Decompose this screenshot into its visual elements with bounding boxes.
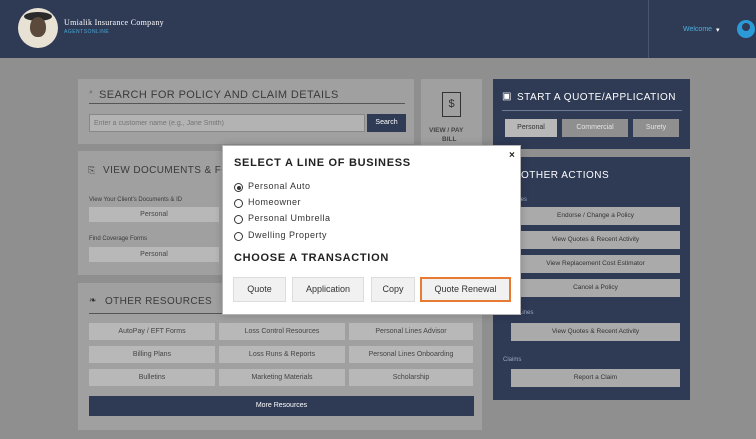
resource-onboarding[interactable]: Personal Lines Onboarding — [349, 346, 473, 363]
resource-autopay[interactable]: AutoPay / EFT Forms — [89, 323, 215, 340]
radio-unselected-icon[interactable] — [234, 215, 243, 224]
quote-divider — [502, 110, 682, 111]
resource-loss-runs[interactable]: Loss Runs & Reports — [219, 346, 345, 363]
search-divider — [89, 103, 405, 104]
search-title: SEARCH FOR POLICY AND CLAIM DETAILS — [99, 89, 339, 101]
radio-unselected-icon[interactable] — [234, 232, 243, 241]
resources-icon: ❧ — [89, 295, 97, 305]
cancel-policy-button[interactable]: Cancel a Policy — [511, 279, 680, 297]
view-pay-label: VIEW / PAY — [429, 127, 464, 134]
start-quote-title: START A QUOTE/APPLICATION — [517, 92, 677, 103]
resource-marketing-materials[interactable]: Marketing Materials — [219, 369, 345, 386]
welcome-menu[interactable]: Welcome — [683, 26, 712, 33]
search-icon: ⌕ — [89, 89, 93, 96]
select-line-title: SELECT A LINE OF BUSINESS — [234, 157, 411, 169]
quote-icon: ▣ — [502, 91, 512, 102]
bill-label: BILL — [442, 136, 457, 143]
customer-search-input[interactable] — [89, 114, 365, 132]
resource-loss-control[interactable]: Loss Control Resources — [219, 323, 345, 340]
resource-billing-plans[interactable]: Billing Plans — [89, 346, 215, 363]
endorse-policy-button[interactable]: Endorse / Change a Policy — [511, 207, 680, 225]
radio-label: Homeowner — [248, 197, 302, 207]
transaction-application-button[interactable]: Application — [292, 277, 364, 302]
view-quotes-commercial-button[interactable]: View Quotes & Recent Activity — [511, 323, 680, 341]
document-icon: ⎘ — [88, 165, 96, 175]
coverage-forms-label: Find Coverage Forms — [89, 236, 148, 242]
coverage-forms-personal-button[interactable]: Personal — [89, 247, 219, 262]
other-actions-title: OTHER ACTIONS — [521, 170, 610, 181]
logo-portrait-shape — [30, 17, 46, 37]
radio-label: Personal Umbrella — [248, 213, 331, 223]
transaction-copy-button[interactable]: Copy — [371, 277, 415, 302]
chevron-down-icon[interactable]: ▾ — [716, 26, 720, 34]
choose-transaction-title: CHOOSE A TRANSACTION — [234, 252, 389, 264]
company-logo[interactable] — [18, 8, 58, 48]
replacement-cost-estimator-button[interactable]: View Replacement Cost Estimator — [511, 255, 680, 273]
view-quotes-personal-button[interactable]: View Quotes & Recent Activity — [511, 231, 680, 249]
company-name: Umialik Insurance Company — [64, 18, 164, 27]
close-icon[interactable]: × — [509, 150, 515, 161]
line-of-business-modal: × SELECT A LINE OF BUSINESS Personal Aut… — [222, 145, 521, 315]
view-documents-title: VIEW DOCUMENTS & FO — [103, 165, 230, 176]
agents-online-subtitle: AGENTSONLINE — [64, 29, 110, 35]
report-claim-button[interactable]: Report a Claim — [511, 369, 680, 387]
transaction-quote-renewal-button[interactable]: Quote Renewal — [420, 277, 511, 302]
resource-bulletins[interactable]: Bulletins — [89, 369, 215, 386]
other-resources-title: OTHER RESOURCES — [105, 296, 213, 307]
search-button[interactable]: Search — [367, 114, 406, 132]
more-resources-button[interactable]: More Resources — [89, 396, 474, 416]
transaction-quote-button[interactable]: Quote — [233, 277, 286, 302]
resource-personal-lines-advisor[interactable]: Personal Lines Advisor — [349, 323, 473, 340]
radio-label: Dwelling Property — [248, 230, 328, 240]
claims-label: Claims — [503, 357, 522, 363]
radio-selected-icon[interactable] — [234, 183, 243, 192]
radio-label: Personal Auto — [248, 181, 311, 191]
client-docs-label: View Your Client's Documents & ID — [89, 197, 183, 203]
user-avatar-icon[interactable] — [737, 20, 755, 38]
quote-tab-commercial[interactable]: Commercial — [562, 119, 628, 137]
client-docs-personal-button[interactable]: Personal — [89, 207, 219, 222]
top-header — [0, 0, 756, 58]
resource-scholarship[interactable]: Scholarship — [349, 369, 473, 386]
quote-tab-personal[interactable]: Personal — [505, 119, 557, 137]
radio-unselected-icon[interactable] — [234, 199, 243, 208]
bill-dollar-icon: $ — [442, 92, 461, 117]
start-quote-panel — [493, 79, 690, 149]
quote-tab-surety[interactable]: Surety — [633, 119, 679, 137]
